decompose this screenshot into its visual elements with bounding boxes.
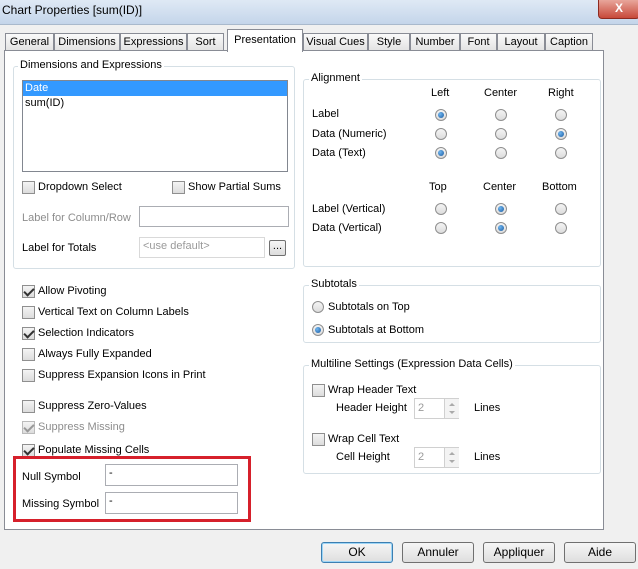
show-partial-sums-label: Show Partial Sums [188,181,281,193]
header-height-stepper[interactable]: 2 [414,398,459,419]
label-left-radio[interactable] [435,109,447,121]
label-v-top-radio[interactable] [435,203,447,215]
numeric-left-radio[interactable] [435,128,447,140]
data-v-bottom-radio[interactable] [555,222,567,234]
label-totals-label: Label for Totals [22,242,97,254]
alignment-label: Alignment [309,72,362,84]
tab-presentation[interactable]: Presentation [227,29,303,52]
align-col-vcenter: Center [483,181,517,193]
list-item[interactable]: sum(ID) [23,96,287,111]
spin-down-icon[interactable] [449,411,455,414]
help-button[interactable]: Aide [564,542,636,563]
title-bar: Chart Properties [sum(ID)] X [0,0,638,25]
tab-style[interactable]: Style [368,33,410,50]
text-center-radio[interactable] [495,147,507,159]
subtotals-bottom-radio[interactable] [312,324,324,336]
label-center-radio[interactable] [495,109,507,121]
align-row-text: Data (Text) [312,147,366,159]
suppress-missing-checkbox[interactable] [22,421,35,434]
header-height-label: Header Height [336,402,407,414]
label-v-bottom-radio[interactable] [555,203,567,215]
numeric-center-radio[interactable] [495,128,507,140]
tab-number[interactable]: Number [410,33,460,50]
spin-down-icon[interactable] [449,460,455,463]
align-col-right: Right [548,87,574,99]
wrap-header-checkbox[interactable] [312,384,325,397]
vertical-text-label: Vertical Text on Column Labels [38,306,189,318]
cell-height-label: Cell Height [336,451,390,463]
highlight-annotation [13,456,251,522]
label-v-center-radio[interactable] [495,203,507,215]
subtotals-label: Subtotals [309,278,359,290]
tab-caption[interactable]: Caption [545,33,593,50]
label-column-row-input[interactable] [139,206,289,227]
always-expanded-label: Always Fully Expanded [38,348,152,360]
suppress-icons-checkbox[interactable] [22,369,35,382]
suppress-zero-label: Suppress Zero-Values [38,400,147,412]
tab-layout[interactable]: Layout [497,33,545,50]
align-row-label-vertical: Label (Vertical) [312,203,386,215]
allow-pivoting-label: Allow Pivoting [38,285,107,297]
align-col-left: Left [431,87,450,99]
show-partial-sums-checkbox[interactable] [172,181,185,194]
tab-font[interactable]: Font [460,33,497,50]
alignment-group [303,79,601,267]
wrap-header-label: Wrap Header Text [328,384,417,396]
cell-lines-label: Lines [474,451,501,463]
wrap-cell-checkbox[interactable] [312,433,325,446]
dimensions-expressions-label: Dimensions and Expressions [18,59,164,71]
window-title: Chart Properties [sum(ID)] [2,3,143,17]
subtotals-top-label: Subtotals on Top [328,301,410,313]
numeric-right-radio[interactable] [555,128,567,140]
tab-expressions[interactable]: Expressions [120,33,187,50]
header-lines-label: Lines [474,402,501,414]
tab-dimensions[interactable]: Dimensions [54,33,120,50]
populate-missing-label: Populate Missing Cells [38,444,150,456]
dimension-list[interactable]: Date sum(ID) [22,80,288,172]
list-item[interactable]: Date [23,81,287,96]
subtotals-top-radio[interactable] [312,301,324,313]
label-column-row-label: Label for Column/Row [22,212,131,224]
data-v-top-radio[interactable] [435,222,447,234]
selection-indicators-label: Selection Indicators [38,327,134,339]
text-right-radio[interactable] [555,147,567,159]
header-height-value: 2 [418,402,425,414]
text-left-radio[interactable] [435,147,447,159]
align-row-numeric: Data (Numeric) [312,128,387,140]
selection-indicators-checkbox[interactable] [22,327,35,340]
close-button[interactable]: X [598,0,638,19]
ok-button[interactable]: OK [321,542,393,563]
multiline-label: Multiline Settings (Expression Data Cell… [309,358,515,370]
dropdown-select-checkbox[interactable] [22,181,35,194]
tab-sort[interactable]: Sort [187,33,224,50]
data-v-center-radio[interactable] [495,222,507,234]
align-col-top: Top [429,181,447,193]
suppress-zero-checkbox[interactable] [22,400,35,413]
cell-height-value: 2 [418,451,425,463]
tab-general[interactable]: General [5,33,54,50]
vertical-text-checkbox[interactable] [22,306,35,319]
align-col-bottom: Bottom [542,181,577,193]
align-row-data-vertical: Data (Vertical) [312,222,382,234]
always-expanded-checkbox[interactable] [22,348,35,361]
subtotals-bottom-label: Subtotals at Bottom [328,324,424,336]
suppress-icons-label: Suppress Expansion Icons in Print [38,369,206,381]
dropdown-select-label: Dropdown Select [38,181,122,193]
label-totals-input[interactable]: <use default> [139,237,265,258]
align-row-label: Label [312,108,339,120]
suppress-missing-label: Suppress Missing [38,421,125,433]
cancel-button[interactable]: Annuler [402,542,474,563]
tab-visual-cues[interactable]: Visual Cues [303,33,368,50]
spin-up-icon[interactable] [449,403,455,406]
browse-button[interactable]: ... [269,240,286,256]
apply-button[interactable]: Appliquer [483,542,555,563]
align-col-center: Center [484,87,518,99]
wrap-cell-label: Wrap Cell Text [328,433,400,445]
allow-pivoting-checkbox[interactable] [22,285,35,298]
cell-height-stepper[interactable]: 2 [414,447,459,468]
spin-up-icon[interactable] [449,452,455,455]
label-right-radio[interactable] [555,109,567,121]
